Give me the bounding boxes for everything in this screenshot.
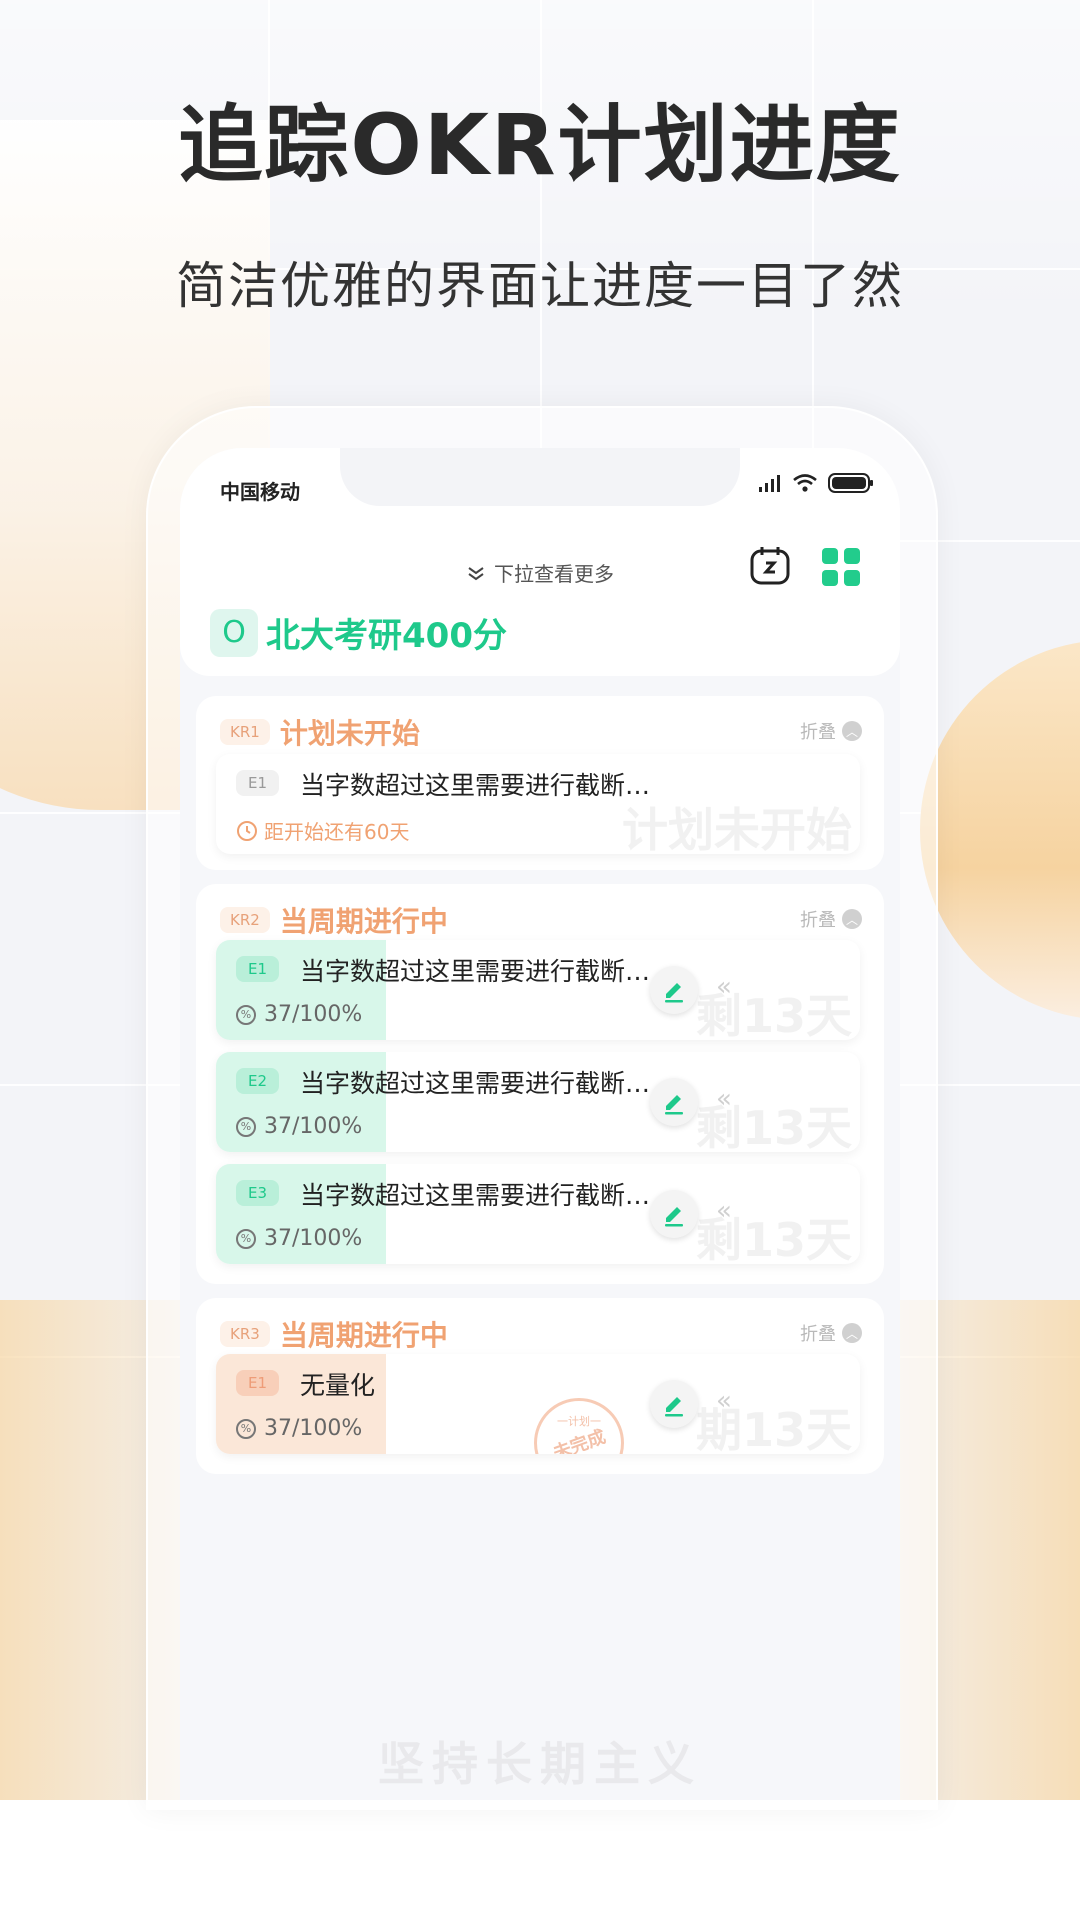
objective-header[interactable]: O 北大考研400分 [210,608,507,657]
pull-to-see-more[interactable]: 下拉查看更多 [180,558,900,587]
fold-button[interactable]: 折叠 ︿ [800,1320,862,1346]
kr-title: 当周期进行中 [279,1319,448,1352]
double-chevron-left-icon: « [716,1084,732,1114]
list-item[interactable]: E1 当字数超过这里需要进行截断… % 37/100% 剩13天 « [216,940,860,1040]
progress: % 37/100% [236,1114,362,1139]
countdown: 距开始还有60天 [236,816,409,845]
kr-card: KR2 当周期进行中 折叠 ︿ E1 当字数超过这里需要进行截断… % 37/1… [196,884,884,1284]
edit-icon [665,1397,683,1417]
carrier-label: 中国移动 [220,480,300,504]
e-tag: E2 [236,1068,280,1094]
list-item[interactable]: E1 当字数超过这里需要进行截断… 距开始还有60天 计划未开始 [216,754,860,854]
edit-button[interactable] [650,1190,698,1238]
progress: % 37/100% [236,1416,362,1441]
edit-button[interactable] [650,1380,698,1428]
progress-label: 37/100% [264,1002,363,1027]
e-tag: E1 [236,770,280,796]
list-item[interactable]: E3 当字数超过这里需要进行截断… % 37/100% 剩13天 « [216,1164,860,1264]
countdown-label: 距开始还有60天 [264,820,410,844]
kr-tag: KR1 [220,719,270,745]
chevron-up-icon: ︿ [842,721,862,741]
kr-card: KR3 当周期进行中 折叠 ︿ E1 无量化 % 37/100% 一计划一 未完… [196,1298,884,1474]
kr-tag: KR3 [220,1321,270,1347]
item-text: 当字数超过这里需要进行截断… [300,1181,651,1210]
double-chevron-left-icon: « [716,1386,732,1416]
clock-icon [237,820,257,841]
status-watermark: 计划未开始 [622,803,852,854]
fold-label: 折叠 [800,910,836,931]
progress-label: 37/100% [264,1416,363,1441]
kr-tag: KR2 [220,907,270,933]
double-chevron-left-icon: « [716,1196,732,1226]
percent-icon: % [236,1418,256,1439]
list-item[interactable]: E2 当字数超过这里需要进行截断… % 37/100% 剩13天 « [216,1052,860,1152]
calendar-button[interactable] [748,544,792,588]
objective-title: 北大考研400分 [266,616,507,656]
incomplete-stamp: 一计划一 未完成 [534,1398,624,1454]
calendar-icon [750,547,790,585]
fold-button[interactable]: 折叠 ︿ [800,906,862,932]
e-tag: E1 [236,956,280,982]
battery-icon [828,473,873,493]
grid-view-button[interactable] [822,548,860,586]
signal-icon [759,475,780,492]
promo-subtitle: 简洁优雅的界面让进度一目了然 [176,257,904,315]
chevron-up-icon: ︿ [842,1323,862,1343]
phone-screen: 中国移动 下拉查看更多 O 北大考研400分 KR1 计划未开始 折叠 ︿ E1… [180,448,900,1800]
chevron-up-icon: ︿ [842,909,862,929]
e-tag: E3 [236,1180,280,1206]
item-text: 当字数超过这里需要进行截断… [300,771,651,800]
edit-icon [665,1095,683,1115]
status-icons [758,472,874,494]
percent-icon: % [236,1116,256,1137]
progress: % 37/100% [236,1002,362,1027]
fold-label: 折叠 [800,722,836,743]
wifi-icon [793,474,817,492]
footer-slogan: 坚持长期主义 [378,1737,702,1791]
double-chevron-left-icon: « [716,972,732,1002]
item-text: 当字数超过这里需要进行截断… [300,1069,651,1098]
kr-card: KR1 计划未开始 折叠 ︿ E1 当字数超过这里需要进行截断… 距开始还有60… [196,696,884,870]
percent-icon: % [236,1004,256,1025]
kr-title: 计划未开始 [279,717,420,750]
progress-label: 37/100% [264,1226,363,1251]
item-text: 当字数超过这里需要进行截断… [300,957,651,986]
progress: % 37/100% [236,1226,362,1251]
edit-icon [665,983,683,1003]
progress-label: 37/100% [264,1114,363,1139]
kr-title: 当周期进行中 [279,905,448,938]
fold-button[interactable]: 折叠 ︿ [800,718,862,744]
pull-hint-label: 下拉查看更多 [494,562,614,586]
e-tag: E1 [236,1370,280,1396]
promo-title: 追踪OKR计划进度 [178,96,902,194]
fold-label: 折叠 [800,1324,836,1345]
edit-icon [665,1207,683,1227]
chevron-double-down-icon [466,562,486,586]
list-item[interactable]: E1 无量化 % 37/100% 一计划一 未完成 期13天 « [216,1354,860,1454]
objective-badge: O [210,608,258,657]
edit-button[interactable] [650,966,698,1014]
phone-notch [340,448,740,506]
item-text: 无量化 [300,1371,376,1400]
percent-icon: % [236,1228,256,1249]
edit-button[interactable] [650,1078,698,1126]
header-card: 中国移动 下拉查看更多 O 北大考研400分 [180,448,900,676]
